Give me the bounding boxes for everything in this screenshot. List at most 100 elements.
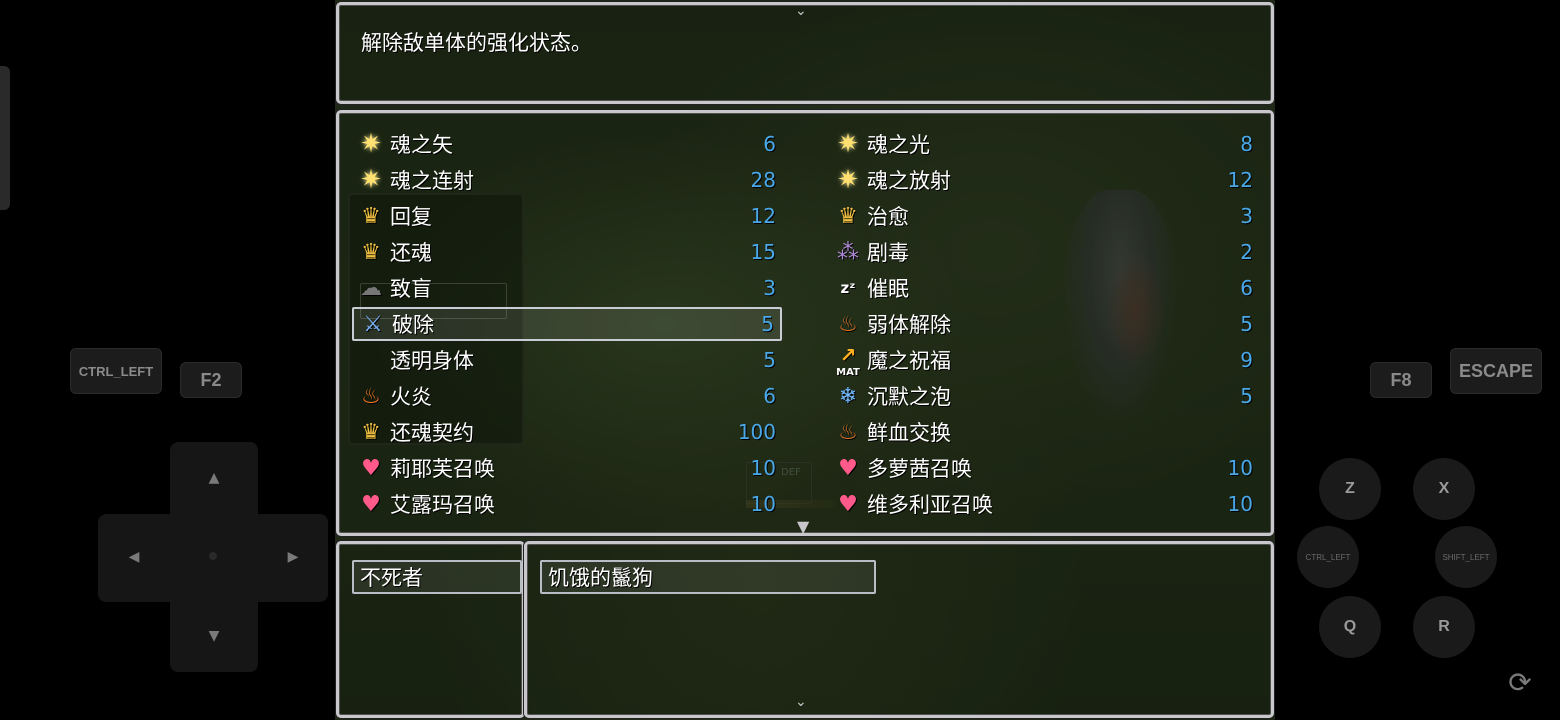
sword-icon: ⚔ xyxy=(363,311,383,337)
bubble-icon: ❄ xyxy=(838,383,858,409)
heart-icon: ♥ xyxy=(361,455,381,481)
escape-button[interactable]: ESCAPE xyxy=(1450,348,1542,394)
burst-icon: ✷ xyxy=(837,129,859,159)
dpad-up-icon[interactable]: ▲ xyxy=(204,468,224,488)
skill-name: 致盲 xyxy=(390,277,432,301)
skill-item[interactable]: ♛ 回复 12 xyxy=(352,199,782,233)
skill-item[interactable]: ⁂ 剧毒 2 xyxy=(829,235,1259,269)
skill-name: 沉默之泡 xyxy=(867,385,951,409)
skill-name: 火炎 xyxy=(390,385,432,409)
r-button[interactable]: R xyxy=(1413,596,1475,658)
skill-cost: 10 xyxy=(750,456,776,480)
skill-item[interactable]: ✷ 魂之矢 6 xyxy=(352,127,782,161)
skill-cost: 3 xyxy=(1240,204,1253,228)
skill-cost: 10 xyxy=(1227,456,1253,480)
skill-cost: 100 xyxy=(737,420,776,444)
skill-cost: 9 xyxy=(1240,348,1253,372)
blind-icon: ☁ xyxy=(360,275,382,301)
crown-icon: ♛ xyxy=(361,419,381,445)
crown-icon: ♛ xyxy=(838,203,858,229)
fire-icon: ♨ xyxy=(361,383,381,409)
skill-item[interactable]: ♥ 维多利亚召唤 10 xyxy=(829,487,1259,521)
heart-icon: ♥ xyxy=(838,491,858,517)
skill-cost: 6 xyxy=(763,132,776,156)
skill-cost: 10 xyxy=(1227,492,1253,516)
rotate-icon[interactable]: ⟳ xyxy=(1502,664,1538,700)
skill-name: 鲜血交换 xyxy=(867,421,951,445)
skill-item[interactable]: 透明身体 5 xyxy=(352,343,782,377)
ctrl-left-button[interactable]: CTRL_LEFT xyxy=(70,348,162,394)
skill-item[interactable]: ♥ 多萝茜召唤 10 xyxy=(829,451,1259,485)
crown-icon: ♛ xyxy=(361,203,381,229)
skill-name: 多萝茜召唤 xyxy=(867,457,972,481)
dpad-right-icon[interactable]: ▶ xyxy=(283,547,303,567)
dpad-down-icon[interactable]: ▼ xyxy=(204,626,224,646)
skill-item[interactable]: ↗ MAT 魔之祝福 9 xyxy=(829,343,1259,378)
scroll-down-indicator[interactable]: ▼ xyxy=(797,517,809,536)
f2-button[interactable]: F2 xyxy=(180,362,242,398)
skill-item[interactable]: ♛ 还魂契约 100 xyxy=(352,415,782,449)
q-button[interactable]: Q xyxy=(1319,596,1381,658)
sleep-icon: zᶻ xyxy=(840,279,856,297)
skill-icon xyxy=(356,345,386,375)
skill-item[interactable]: zᶻ 催眠 6 xyxy=(829,271,1259,305)
skill-name: 魔之祝福 xyxy=(867,349,951,373)
burst-icon: ✷ xyxy=(837,165,859,195)
skill-cost: 5 xyxy=(763,348,776,372)
skill-cost: 5 xyxy=(1240,384,1253,408)
skill-item[interactable]: ♛ 治愈 3 xyxy=(829,199,1259,233)
skill-item[interactable]: ♨ 鲜血交换 xyxy=(829,415,1259,449)
burst-icon: ✷ xyxy=(360,165,382,195)
heart-icon: ♥ xyxy=(838,455,858,481)
flame-icon: ♨ xyxy=(838,419,858,445)
z-button[interactable]: Z xyxy=(1319,458,1381,520)
skill-cost: 3 xyxy=(763,276,776,300)
burst-icon: ✷ xyxy=(360,129,382,159)
skill-cost: 12 xyxy=(750,204,776,228)
skill-name: 魂之光 xyxy=(867,133,930,157)
side-drawer-handle[interactable] xyxy=(0,66,10,210)
skill-cost: 8 xyxy=(1240,132,1253,156)
skill-name: 魂之矢 xyxy=(390,133,453,157)
skill-name: 透明身体 xyxy=(390,349,474,373)
scroll-up-indicator: ⌄ xyxy=(795,3,807,19)
enemy-scroll-indicator: ⌄ xyxy=(795,694,807,710)
shift-left-round-button[interactable]: SHIFT_LEFT xyxy=(1435,526,1497,588)
skill-item[interactable]: ❄ 沉默之泡 5 xyxy=(829,379,1259,413)
ctrl-left-round-button[interactable]: CTRL_LEFT xyxy=(1297,526,1359,588)
crown-icon: ♛ xyxy=(361,239,381,265)
skill-item[interactable]: ☁ 致盲 3 xyxy=(352,271,782,305)
skill-name: 弱体解除 xyxy=(867,313,951,337)
actor-name-box[interactable]: 不死者 xyxy=(352,560,522,594)
mat-label: MAT xyxy=(836,366,860,378)
dpad-left-icon[interactable]: ◀ xyxy=(124,547,144,567)
skill-item[interactable]: ♥ 艾露玛召唤 10 xyxy=(352,487,782,521)
skill-name: 还魂契约 xyxy=(390,421,474,445)
poison-icon: ⁂ xyxy=(837,239,859,265)
skill-name: 魂之连射 xyxy=(390,169,474,193)
dpad-center xyxy=(209,552,217,560)
skill-item[interactable]: ⚔ 破除 5 xyxy=(352,307,782,341)
skill-name: 魂之放射 xyxy=(867,169,951,193)
skill-cost: 5 xyxy=(761,312,774,336)
skill-item[interactable]: ✷ 魂之光 8 xyxy=(829,127,1259,161)
skill-item[interactable]: ♨ 弱体解除 5 xyxy=(829,307,1259,341)
skill-name: 艾露玛召唤 xyxy=(390,493,495,517)
skill-item[interactable]: ✷ 魂之放射 12 xyxy=(829,163,1259,197)
skill-name: 催眠 xyxy=(867,277,909,301)
help-window: 解除敌单体的强化状态。 ⌄ xyxy=(336,2,1274,104)
enemy-name-box[interactable]: 饥饿的鬣狗 xyxy=(540,560,876,594)
skill-item[interactable]: ♛ 还魂 15 xyxy=(352,235,782,269)
skill-name: 剧毒 xyxy=(867,241,909,265)
x-button[interactable]: X xyxy=(1413,458,1475,520)
skill-item[interactable]: ♥ 莉耶芙召唤 10 xyxy=(352,451,782,485)
skill-item[interactable]: ✷ 魂之连射 28 xyxy=(352,163,782,197)
f8-button[interactable]: F8 xyxy=(1370,362,1432,398)
heart-icon: ♥ xyxy=(361,491,381,517)
skill-cost: 15 xyxy=(750,240,776,264)
skill-cost: 6 xyxy=(1240,276,1253,300)
skill-name: 维多利亚召唤 xyxy=(867,493,993,517)
skill-name: 回复 xyxy=(390,205,432,229)
skill-item[interactable]: ♨ 火炎 6 xyxy=(352,379,782,413)
skill-name: 破除 xyxy=(392,313,434,337)
